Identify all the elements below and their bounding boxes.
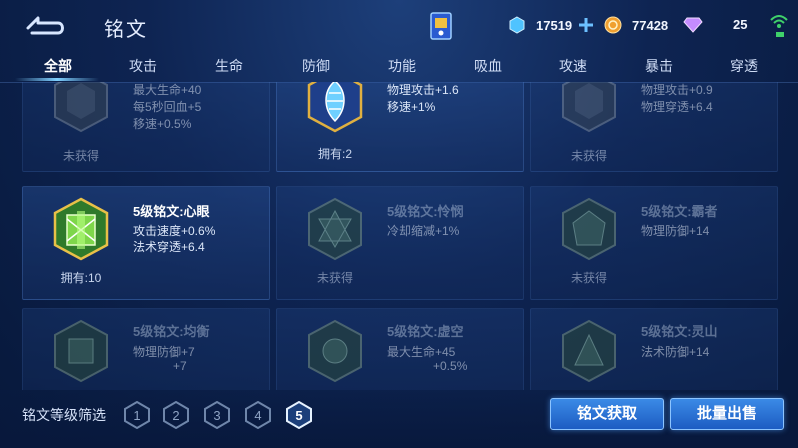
page-title: 铭文 [104,19,148,41]
gold-coin-icon [604,16,622,34]
svg-text:3: 3 [213,408,220,423]
tab-lifesteal[interactable]: 吸血 [458,52,518,80]
rune-emblem-icon [307,82,363,133]
rune-card-bazhe[interactable]: 5级铭文:霸者 物理防御+14 未获得 [530,186,778,300]
svg-text:1: 1 [133,408,140,423]
tab-attack[interactable]: 攻击 [113,52,173,80]
rune-attr: 法术防御+14 [641,345,710,359]
rune-attr: 最大生命+45 [387,345,456,359]
rune-emblem-icon [54,82,108,133]
back-arrow-icon[interactable] [24,10,68,36]
rune-attr: 物理防御+7 [133,345,195,359]
rune-emblem-icon [54,319,108,383]
coupon-amount: 17519 [536,17,573,33]
rune-emblem-icon [562,319,616,383]
rune-card[interactable]: 最大生命+40 每5秒回血+5 移速+0.5% 未获得 [22,82,270,172]
rune-name: 5级铭文:均衡 [133,324,210,339]
rune-attr: 物理攻击+1.6 [387,83,459,97]
tab-crit[interactable]: 暴击 [629,52,689,80]
rune-attr: 移速+1% [387,100,436,114]
rune-emblem-icon [308,319,362,383]
diamond-amount: 25 [733,17,748,32]
add-currency-icon[interactable] [577,16,595,34]
rune-attr: 物理防御+14 [641,224,710,238]
rune-card-xukong[interactable]: 5级铭文:虚空 最大生命+45 +0.5% [276,308,524,390]
bulk-sell-button[interactable]: 批量出售 [670,398,784,430]
rune-card[interactable]: 物理攻击+0.9 物理穿透+6.4 未获得 [530,82,778,172]
rune-card-lingshan[interactable]: 5级铭文:灵山 法术防御+14 [530,308,778,390]
rune-card-lianmin[interactable]: 5级铭文:怜悯 冷却缩减+1% 未获得 [276,186,524,300]
rune-attr: 移速+0.5% [133,117,192,131]
rune-name: 5级铭文:怜悯 [387,204,464,219]
diamond-currency: 25 [683,13,747,37]
tab-defense[interactable]: 防御 [286,52,346,80]
rune-owned-status: 拥有:2 [317,147,352,161]
rune-grid: 最大生命+40 每5秒回血+5 移速+0.5% 未获得 物理攻击+1.6 移速+… [0,82,798,390]
rune-card[interactable]: 物理攻击+1.6 移速+1% 拥有:2 [276,82,524,172]
rune-attr: +0.5% [433,359,468,373]
svg-text:2: 2 [172,408,179,423]
svg-text:5: 5 [295,408,302,423]
tab-attack-speed[interactable]: 攻速 [543,52,603,80]
tab-all[interactable]: 全部 [28,52,88,80]
level-3-filter[interactable]: 3 [204,401,230,429]
rune-name: 5级铭文:心眼 [133,204,210,219]
gold-amount: 77428 [632,17,669,33]
rune-attr: 最大生命+40 [133,83,202,97]
top-bar: 铭文 17519 77428 25 [0,0,798,52]
tab-health[interactable]: 生命 [199,52,259,80]
rune-owned-status: 未获得 [316,271,353,285]
diamond-icon [683,17,703,33]
rune-owned-status: 未获得 [62,149,99,163]
rune-attr: 物理攻击+0.9 [641,83,713,97]
obtain-rune-button[interactable]: 铭文获取 [550,398,664,430]
coupon-currency: 17519 [508,13,572,37]
rune-owned-status: 未获得 [570,149,607,163]
rune-attr: +7 [173,359,187,373]
tab-penetration[interactable]: 穿透 [714,52,774,80]
rune-owned-status: 未获得 [570,271,607,285]
level-filter-label: 铭文等级筛选 [22,407,106,423]
rune-emblem-icon [53,197,109,261]
rune-attr: 冷却缩减+1% [387,224,460,238]
rune-card-junheng[interactable]: 5级铭文:均衡 物理防御+7 +7 [22,308,270,390]
gold-currency: 77428 [604,13,668,37]
tab-utility[interactable]: 功能 [372,52,432,80]
rune-name: 5级铭文:虚空 [387,324,464,339]
level-5-filter-selected[interactable]: 5 [286,401,312,429]
level-4-filter[interactable]: 4 [245,401,271,429]
category-tabs: 全部 攻击 生命 防御 功能 吸血 攻速 暴击 穿透 [0,52,798,83]
rune-emblem-icon [308,197,362,261]
level-1-filter[interactable]: 1 [124,401,150,429]
rune-emblem-icon [562,197,616,261]
rune-attr: 法术穿透+6.4 [133,240,205,254]
bottom-bar: 铭文等级筛选 1 2 3 4 5 铭文获取 批量出售 [0,390,798,448]
rune-attr: 攻击速度+0.6% [133,224,216,238]
rune-attr: 每5秒回血+5 [133,100,202,114]
wifi-signal-icon [770,15,788,37]
svg-text:4: 4 [254,408,261,423]
coupon-gem-icon [509,16,525,34]
rune-emblem-icon [562,82,616,133]
rune-owned-status: 拥有:10 [60,271,102,285]
rune-name: 5级铭文:灵山 [641,324,718,339]
rune-book-icon[interactable] [428,10,454,42]
rune-name: 5级铭文:霸者 [641,204,718,219]
active-tab-indicator [15,78,99,81]
rune-card-xinyan[interactable]: 5级铭文:心眼 攻击速度+0.6% 法术穿透+6.4 拥有:10 [22,186,270,300]
level-2-filter[interactable]: 2 [163,401,189,429]
rune-attr: 物理穿透+6.4 [641,100,713,114]
